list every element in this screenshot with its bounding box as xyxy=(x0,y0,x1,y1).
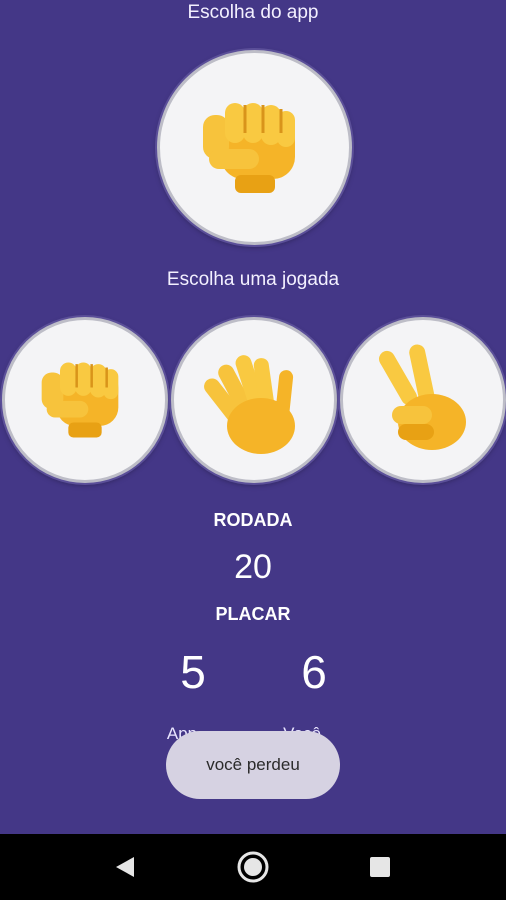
rock-fist-icon xyxy=(35,354,135,446)
paper-option-button[interactable] xyxy=(171,317,337,483)
app-choice-display xyxy=(157,50,352,245)
rock-option-button[interactable] xyxy=(2,317,168,483)
home-button[interactable] xyxy=(236,850,270,884)
round-title: RODADA xyxy=(213,510,293,530)
paper-hand-icon xyxy=(199,340,309,460)
recent-apps-button[interactable] xyxy=(363,850,397,884)
scoreboard-title: PLACAR xyxy=(215,604,291,624)
home-icon xyxy=(236,850,270,884)
user-score: 6 xyxy=(301,646,327,698)
user-choice-label: Escolha uma jogada xyxy=(166,269,340,290)
scissors-option-button[interactable] xyxy=(340,317,506,483)
back-icon xyxy=(114,855,136,879)
game-screen: Escolha do app Escolha uma jogada RODADA… xyxy=(0,0,506,900)
app-score: 5 xyxy=(180,646,206,698)
round-value: 20 xyxy=(234,548,272,586)
scissors-victory-icon xyxy=(368,340,478,460)
result-toast: você perdeu xyxy=(166,731,340,799)
recent-apps-icon xyxy=(369,856,391,878)
system-nav-bar xyxy=(0,834,506,900)
rock-fist-icon xyxy=(195,93,315,203)
back-button[interactable] xyxy=(108,850,142,884)
app-choice-label: Escolha do app xyxy=(187,2,319,23)
